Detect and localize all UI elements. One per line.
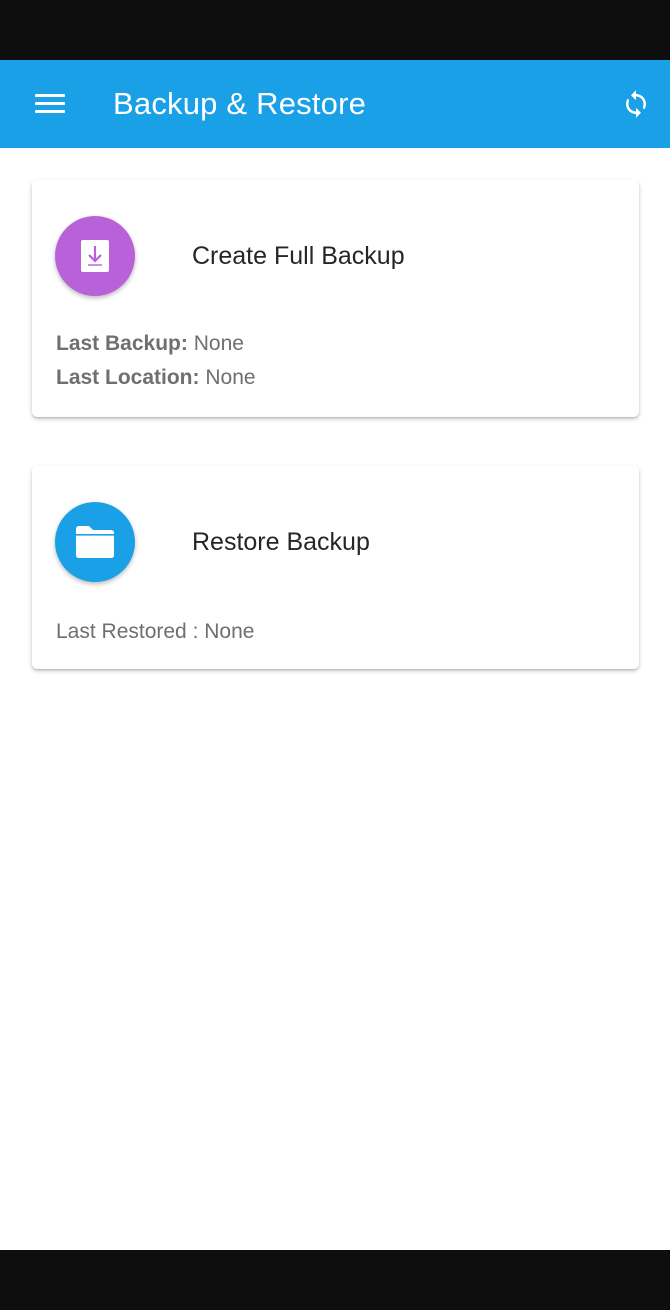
create-full-backup-card[interactable]: Create Full Backup Last Backup: None Las… xyxy=(32,180,639,417)
main-content: Create Full Backup Last Backup: None Las… xyxy=(0,148,670,1250)
restore-backup-title: Restore Backup xyxy=(192,528,370,556)
sync-icon xyxy=(626,90,646,118)
last-backup-value: None xyxy=(193,332,244,355)
last-location-line: Last Location: None xyxy=(56,364,256,392)
last-location-label: Last Location: xyxy=(56,366,200,389)
sync-button[interactable] xyxy=(612,82,660,126)
status-bar xyxy=(0,0,670,60)
menu-button[interactable] xyxy=(24,82,76,126)
hamburger-menu-icon xyxy=(35,94,65,114)
last-backup-label: Last Backup: xyxy=(56,332,188,355)
last-location-value: None xyxy=(205,366,256,389)
navigation-bar xyxy=(0,1250,670,1310)
backup-icon-badge xyxy=(55,216,135,296)
last-restored-text: Last Restored : None xyxy=(56,620,255,643)
last-backup-line: Last Backup: None xyxy=(56,330,244,358)
download-icon xyxy=(81,240,109,272)
create-full-backup-title: Create Full Backup xyxy=(192,242,405,270)
page-title: Backup & Restore xyxy=(113,86,367,121)
folder-icon xyxy=(76,526,114,558)
restore-icon-badge xyxy=(55,502,135,582)
restore-backup-card[interactable]: Restore Backup Last Restored : None xyxy=(32,466,639,669)
app-bar: Backup & Restore xyxy=(0,60,670,148)
